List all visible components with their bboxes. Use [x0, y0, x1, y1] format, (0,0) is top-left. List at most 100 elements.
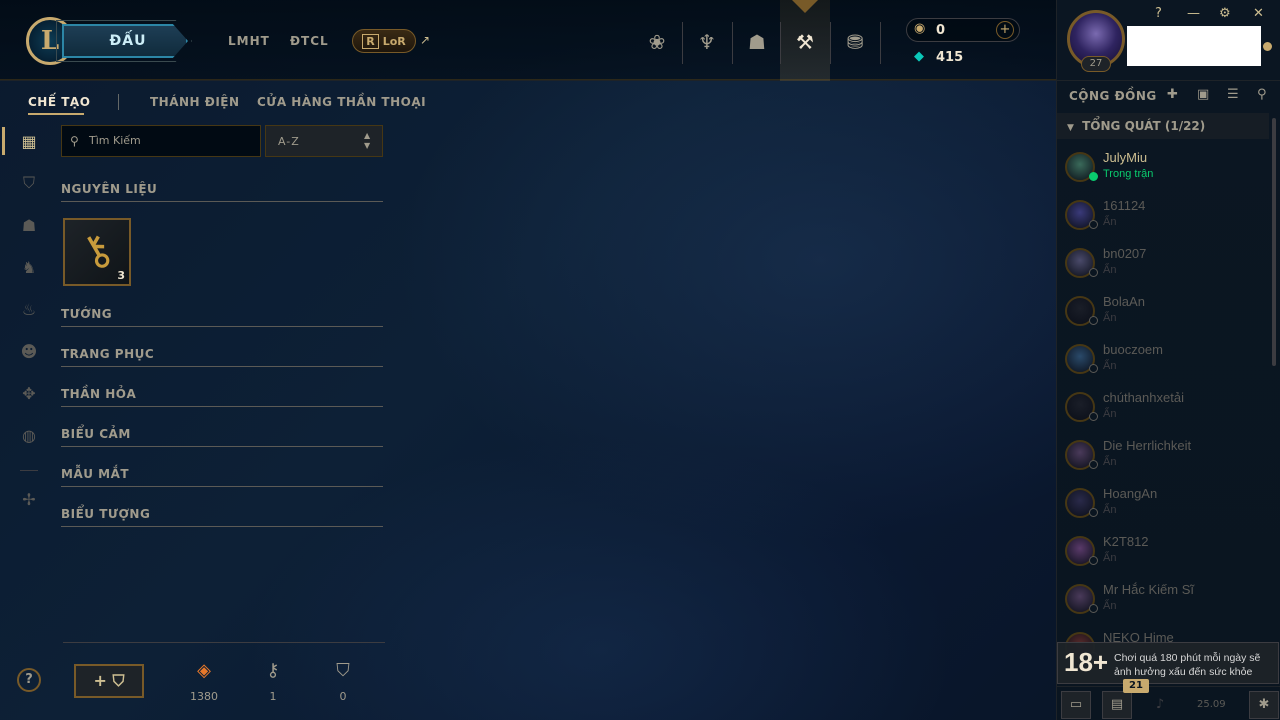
orange-essence-icon: ◈ — [197, 660, 211, 681]
friend-row[interactable]: bn0207 Ẩn — [1057, 244, 1269, 292]
friend-status: Ẩn — [1103, 456, 1117, 468]
friend-name: chúthanhxetải — [1103, 390, 1184, 405]
add-chest-button[interactable]: + ⛉ — [74, 664, 144, 698]
summoner-icon[interactable]: ◍ — [18, 424, 40, 446]
friend-name: HoangAn — [1103, 486, 1158, 501]
loot-icon[interactable]: ⚒ — [781, 18, 829, 66]
category-icons[interactable]: BIỂU TƯỢNG — [61, 505, 383, 527]
blue-essence-value: 415 — [936, 50, 964, 65]
search-placeholder: Tìm Kiếm — [89, 134, 141, 147]
add-friend-icon[interactable]: ✚ — [1167, 87, 1178, 102]
sort-dropdown[interactable]: A-Z ▲ ▼ — [265, 125, 383, 157]
sort-arrows-icon: ▲ ▼ — [364, 131, 371, 150]
collection-icon[interactable]: ☗ — [733, 18, 781, 66]
friend-status-dot — [1089, 412, 1098, 421]
friend-row[interactable]: Mr Hắc Kiếm Sĩ Ẩn — [1057, 580, 1269, 628]
chevron-down-icon: ▼ — [1067, 123, 1074, 133]
nav-link-lmht[interactable]: LMHT — [228, 34, 270, 48]
help-icon[interactable]: ? — [1155, 6, 1162, 21]
category-materials[interactable]: NGUYÊN LIỆU — [61, 180, 383, 202]
add-folder-icon[interactable]: ▣ — [1197, 87, 1209, 102]
emote-face-icon[interactable]: ☻ — [18, 340, 40, 362]
category-ward-skins[interactable]: THẦN HỎA — [61, 385, 383, 407]
help-button[interactable]: ? — [17, 668, 41, 692]
friend-status: Ẩn — [1103, 600, 1117, 612]
grid-icon[interactable]: ▦ — [18, 130, 40, 152]
friend-row[interactable]: buoczoem Ẩn — [1057, 340, 1269, 388]
search-friends-icon[interactable]: ⚲ — [1257, 87, 1267, 102]
category-label: TƯỚNG — [61, 307, 113, 321]
chest-count-icon: ⛉ — [336, 660, 350, 681]
self-status-dot[interactable] — [1263, 42, 1272, 51]
friend-list-scrollbar[interactable] — [1272, 118, 1276, 366]
tab-sanctum[interactable]: THÁNH ĐIỆN — [150, 95, 240, 109]
nav-separator — [880, 22, 881, 64]
profile-icon[interactable]: ♆ — [683, 18, 731, 66]
friend-status: Ẩn — [1103, 264, 1117, 276]
home-icon[interactable]: ❀ — [633, 18, 681, 66]
social-title: CỘNG ĐỒNG — [1069, 89, 1157, 103]
friend-name: JulyMiu — [1103, 150, 1148, 165]
chest-icon[interactable]: ⛉ — [18, 172, 40, 194]
key-count-value: 1 — [269, 690, 277, 703]
friend-group-title[interactable]: ▼ TỔNG QUÁT (1/22) — [1067, 119, 1205, 133]
settings-icon[interactable]: ⚙ — [1219, 6, 1231, 21]
friend-name: buoczoem — [1103, 342, 1163, 357]
external-link-icon[interactable]: ↗ — [420, 33, 430, 47]
category-ward-eyes[interactable]: MẪU MẮT — [61, 465, 383, 487]
buy-rp-button[interactable]: + — [996, 21, 1014, 39]
friend-row[interactable]: JulyMiu Trong trận — [1057, 148, 1269, 196]
key-icon: ⚷ — [70, 221, 122, 280]
ward-flame-icon[interactable]: ♨ — [18, 298, 40, 320]
loot-item-key-fragment[interactable]: ⚷ 3 — [63, 218, 131, 286]
notifications-icon[interactable]: ▤ — [1102, 691, 1132, 719]
friend-row[interactable]: HoangAn Ẩn — [1057, 484, 1269, 532]
tab-crafting[interactable]: CHẾ TẠO — [28, 95, 90, 109]
friend-row[interactable]: chúthanhxetải Ẩn — [1057, 388, 1269, 436]
play-button[interactable]: ĐẤU — [62, 24, 188, 58]
tab-separator — [118, 94, 119, 110]
friend-status-dot — [1089, 556, 1098, 565]
chat-icon[interactable]: ▭ — [1061, 691, 1091, 719]
category-label: TRANG PHỤC — [61, 347, 155, 361]
orange-essence-value: 1380 — [190, 690, 218, 703]
social-footer: ▭ ▤ 21 ♪ 25.09 ✱ — [1057, 679, 1280, 720]
sidebar-divider — [20, 470, 38, 471]
eye-ward-icon[interactable]: ✥ — [18, 382, 40, 404]
category-skins[interactable]: TRANG PHỤC — [61, 345, 383, 367]
friend-status: Ẩn — [1103, 504, 1117, 516]
sidebar-active-indicator — [2, 127, 5, 155]
friend-row[interactable]: K2T812 Ẩn — [1057, 532, 1269, 580]
friend-name: Mr Hắc Kiếm Sĩ — [1103, 582, 1195, 597]
minimize-icon[interactable]: — — [1187, 6, 1200, 21]
nav-link-dtcl[interactable]: ĐTCL — [290, 34, 329, 48]
tab-mythic-shop[interactable]: CỬA HÀNG THẦN THOẠI — [257, 95, 426, 109]
lor-button[interactable]: R LoR — [352, 29, 416, 53]
friend-status-dot — [1089, 316, 1098, 325]
close-icon[interactable]: ✕ — [1253, 6, 1264, 21]
lor-label: LoR — [382, 34, 406, 48]
friend-row[interactable]: 161124 Ẩn — [1057, 196, 1269, 244]
other-loot-icon[interactable]: ✢ — [18, 488, 40, 510]
item-count: 3 — [117, 269, 125, 282]
chest-count-value: 0 — [339, 690, 347, 703]
sort-value: A-Z — [278, 135, 300, 148]
lor-icon: R — [362, 33, 379, 49]
skin-mask-icon[interactable]: ♞ — [18, 256, 40, 278]
friend-status-dot — [1089, 364, 1098, 373]
microphone-icon[interactable]: ♪ — [1145, 691, 1175, 719]
search-input[interactable]: ⚲ Tìm Kiếm — [61, 125, 261, 157]
category-emotes[interactable]: BIỂU CẢM — [61, 425, 383, 447]
key-count-icon: ⚷ — [266, 660, 280, 681]
category-champions[interactable]: TƯỚNG — [61, 305, 383, 327]
friend-name: Die Herrlichkeit — [1103, 438, 1192, 453]
store-icon[interactable]: ⛃ — [831, 18, 879, 66]
friend-row[interactable]: BolaAn Ẩn — [1057, 292, 1269, 340]
champion-helmet-icon[interactable]: ☗ — [18, 214, 40, 236]
friend-status: Ẩn — [1103, 360, 1117, 372]
bug-report-icon[interactable]: ✱ — [1249, 691, 1279, 719]
list-view-icon[interactable]: ☰ — [1227, 87, 1239, 102]
nav-divider — [0, 79, 1056, 80]
friend-row[interactable]: Die Herrlichkeit Ẩn — [1057, 436, 1269, 484]
friend-status-dot — [1089, 172, 1098, 181]
